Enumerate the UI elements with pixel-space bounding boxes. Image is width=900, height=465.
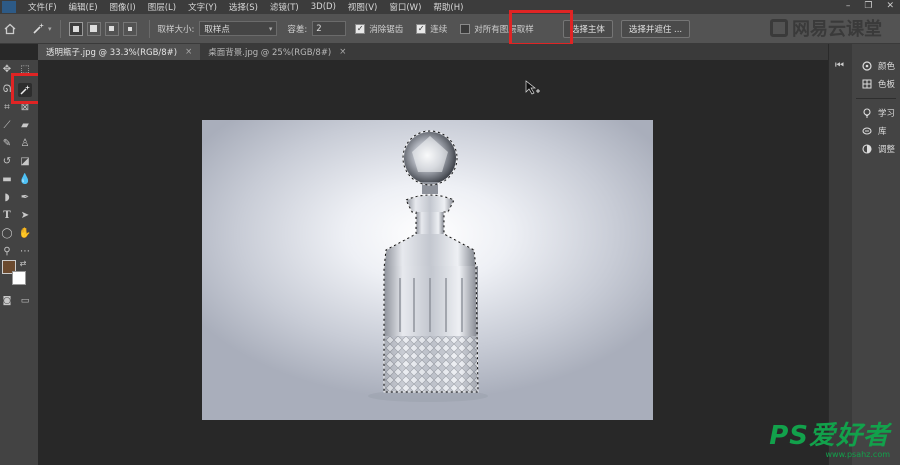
panel-adjustments-label: 调整 — [878, 145, 896, 155]
swatches-grid-icon — [862, 79, 872, 89]
window-controls: – ❐ ✕ — [846, 1, 894, 11]
tolerance-label: 容差: — [287, 24, 308, 35]
screen-mode-icon[interactable]: ▭ — [18, 294, 32, 308]
close-icon[interactable]: × — [185, 47, 192, 57]
close-icon[interactable]: ✕ — [886, 1, 894, 11]
netease-logo-icon — [770, 19, 788, 37]
divider — [59, 19, 61, 38]
eraser-tool-icon[interactable]: ◪ — [18, 154, 32, 168]
history-panel-icon[interactable]: ⏮ — [835, 60, 847, 72]
select-subject-highlight — [509, 10, 573, 46]
history-brush-tool-icon[interactable]: ↺ — [0, 154, 14, 168]
library-icon — [862, 126, 872, 136]
subtract-from-selection-button[interactable] — [104, 21, 119, 36]
document-tab-bar: 透明瓶子.jpg @ 33.3%(RGB/8#) × 桌面背景.jpg @ 25… — [38, 44, 828, 60]
tab-desktop-background[interactable]: 桌面背景.jpg @ 25%(RGB/8#) × — [200, 44, 354, 60]
tool-preset-picker[interactable]: ▾ — [32, 22, 52, 35]
document-canvas[interactable] — [202, 120, 653, 420]
sample-size-label: 取样大小: — [157, 24, 195, 35]
magic-wand-icon — [33, 23, 44, 34]
panel-learn[interactable]: 学习 — [862, 107, 895, 119]
netease-watermark: 网易云课堂 — [770, 15, 882, 41]
panel-learn-label: 学习 — [878, 109, 896, 119]
minimize-icon[interactable]: – — [846, 1, 851, 11]
swap-colors-icon[interactable]: ⇄ — [18, 258, 28, 268]
lightbulb-icon — [862, 108, 872, 118]
tolerance-input[interactable]: 2 — [312, 21, 347, 36]
sample-size-select[interactable]: 取样点 ▾ — [199, 21, 278, 36]
more-tools-icon[interactable]: ⋯ — [18, 244, 32, 258]
menu-filter[interactable]: 滤镜(T) — [264, 1, 305, 13]
panel-color[interactable]: 颜色 — [862, 60, 895, 72]
menu-window[interactable]: 窗口(W) — [383, 1, 427, 13]
brush-tool-icon[interactable]: ✎ — [0, 136, 14, 150]
panel-library[interactable]: 库 — [862, 125, 887, 137]
panel-color-label: 颜色 — [878, 62, 896, 72]
toolbox: ✥ ⬚ ᘏ ⌗ ⊠ ⟋ ▰ ✎ ♙ ↺ ◪ ▬ 💧 ◗ ✒ T ➤ ◯ ✋ ⚲ … — [0, 60, 38, 465]
tab-transparent-bottle[interactable]: 透明瓶子.jpg @ 33.3%(RGB/8#) × — [38, 44, 201, 60]
quick-mask-icon[interactable]: ◙ — [0, 294, 14, 308]
panel-adjustments[interactable]: 调整 — [862, 143, 895, 155]
check-icon: ✓ — [416, 23, 427, 34]
unchecked-box-icon — [460, 23, 471, 34]
menu-bar: 文件(F) 编辑(E) 图像(I) 图层(L) 文字(Y) 选择(S) 滤镜(T… — [0, 0, 900, 14]
menu-image[interactable]: 图像(I) — [104, 1, 142, 13]
psahz-brand-text: PS爱好者 — [769, 421, 890, 451]
hand-tool-icon[interactable]: ✋ — [18, 226, 32, 240]
psahz-watermark: PS爱好者 www.psahz.com — [769, 423, 890, 459]
healing-brush-tool-icon[interactable]: ▰ — [18, 118, 32, 132]
adjustments-circle-icon — [862, 144, 872, 154]
check-icon: ✓ — [355, 23, 366, 34]
new-selection-button[interactable] — [68, 21, 83, 36]
background-color-swatch[interactable] — [12, 271, 26, 285]
home-icon[interactable] — [4, 23, 16, 35]
menu-type[interactable]: 文字(Y) — [182, 1, 223, 13]
netease-watermark-text: 网易云课堂 — [792, 19, 882, 40]
panel-swatches[interactable]: 色板 — [862, 78, 895, 90]
clone-stamp-tool-icon[interactable]: ♙ — [18, 136, 32, 150]
gradient-tool-icon[interactable]: ▬ — [0, 172, 14, 186]
decanter-image — [368, 130, 488, 402]
divider — [148, 19, 150, 38]
menu-help[interactable]: 帮助(H) — [427, 1, 469, 13]
select-and-mask-button[interactable]: 选择并遮住 ... — [620, 19, 691, 38]
contiguous-label: 连续 — [430, 24, 448, 35]
photoshop-logo-icon — [2, 1, 16, 13]
psahz-url-text: www.psahz.com — [825, 450, 890, 459]
zoom-tool-icon[interactable]: ⚲ — [0, 244, 14, 258]
tab-label: 透明瓶子.jpg @ 33.3%(RGB/8#) — [46, 48, 178, 58]
options-bar: ▾ 取样大小: 取样点 ▾ 容差: 2 ✓ 消除锯齿 ✓ 连续 对所有图层取样 … — [0, 14, 900, 44]
pen-tool-icon[interactable]: ✒ — [18, 190, 32, 204]
eyedropper-tool-icon[interactable]: ⟋ — [0, 118, 14, 132]
type-tool-icon[interactable]: T — [0, 208, 14, 222]
menu-select[interactable]: 选择(S) — [223, 1, 264, 13]
panel-swatches-label: 色板 — [878, 80, 896, 90]
menu-view[interactable]: 视图(V) — [342, 1, 383, 13]
intersect-selection-button[interactable] — [122, 21, 137, 36]
sample-size-value: 取样点 — [204, 24, 230, 35]
path-selection-tool-icon[interactable]: ➤ — [18, 208, 32, 222]
panel-dock: 颜色 色板 学习 库 调整 — [852, 44, 900, 465]
divider — [856, 98, 896, 99]
close-icon[interactable]: × — [339, 47, 346, 57]
menu-file[interactable]: 文件(F) — [22, 1, 63, 13]
restore-icon[interactable]: ❐ — [864, 1, 872, 11]
menu-3d[interactable]: 3D(D) — [305, 2, 342, 12]
contiguous-checkbox[interactable]: ✓ 连续 — [416, 23, 452, 35]
tab-label: 桌面背景.jpg @ 25%(RGB/8#) — [208, 48, 332, 58]
panel-library-label: 库 — [878, 127, 887, 137]
shape-tool-icon[interactable]: ◯ — [0, 226, 14, 240]
antialias-label: 消除锯齿 — [369, 24, 404, 35]
blur-tool-icon[interactable]: 💧 — [18, 172, 32, 186]
add-to-selection-button[interactable] — [86, 21, 101, 36]
chevron-down-icon: ▾ — [48, 24, 52, 33]
menu-edit[interactable]: 编辑(E) — [63, 1, 104, 13]
dodge-tool-icon[interactable]: ◗ — [0, 190, 14, 204]
color-wheel-icon — [862, 61, 872, 71]
cursor-icon — [525, 80, 540, 95]
panel-dock-collapsed: ⏮ — [828, 44, 852, 465]
chevron-down-icon: ▾ — [268, 24, 273, 33]
menu-layer[interactable]: 图层(L) — [142, 1, 182, 13]
antialias-checkbox[interactable]: ✓ 消除锯齿 — [355, 23, 408, 35]
